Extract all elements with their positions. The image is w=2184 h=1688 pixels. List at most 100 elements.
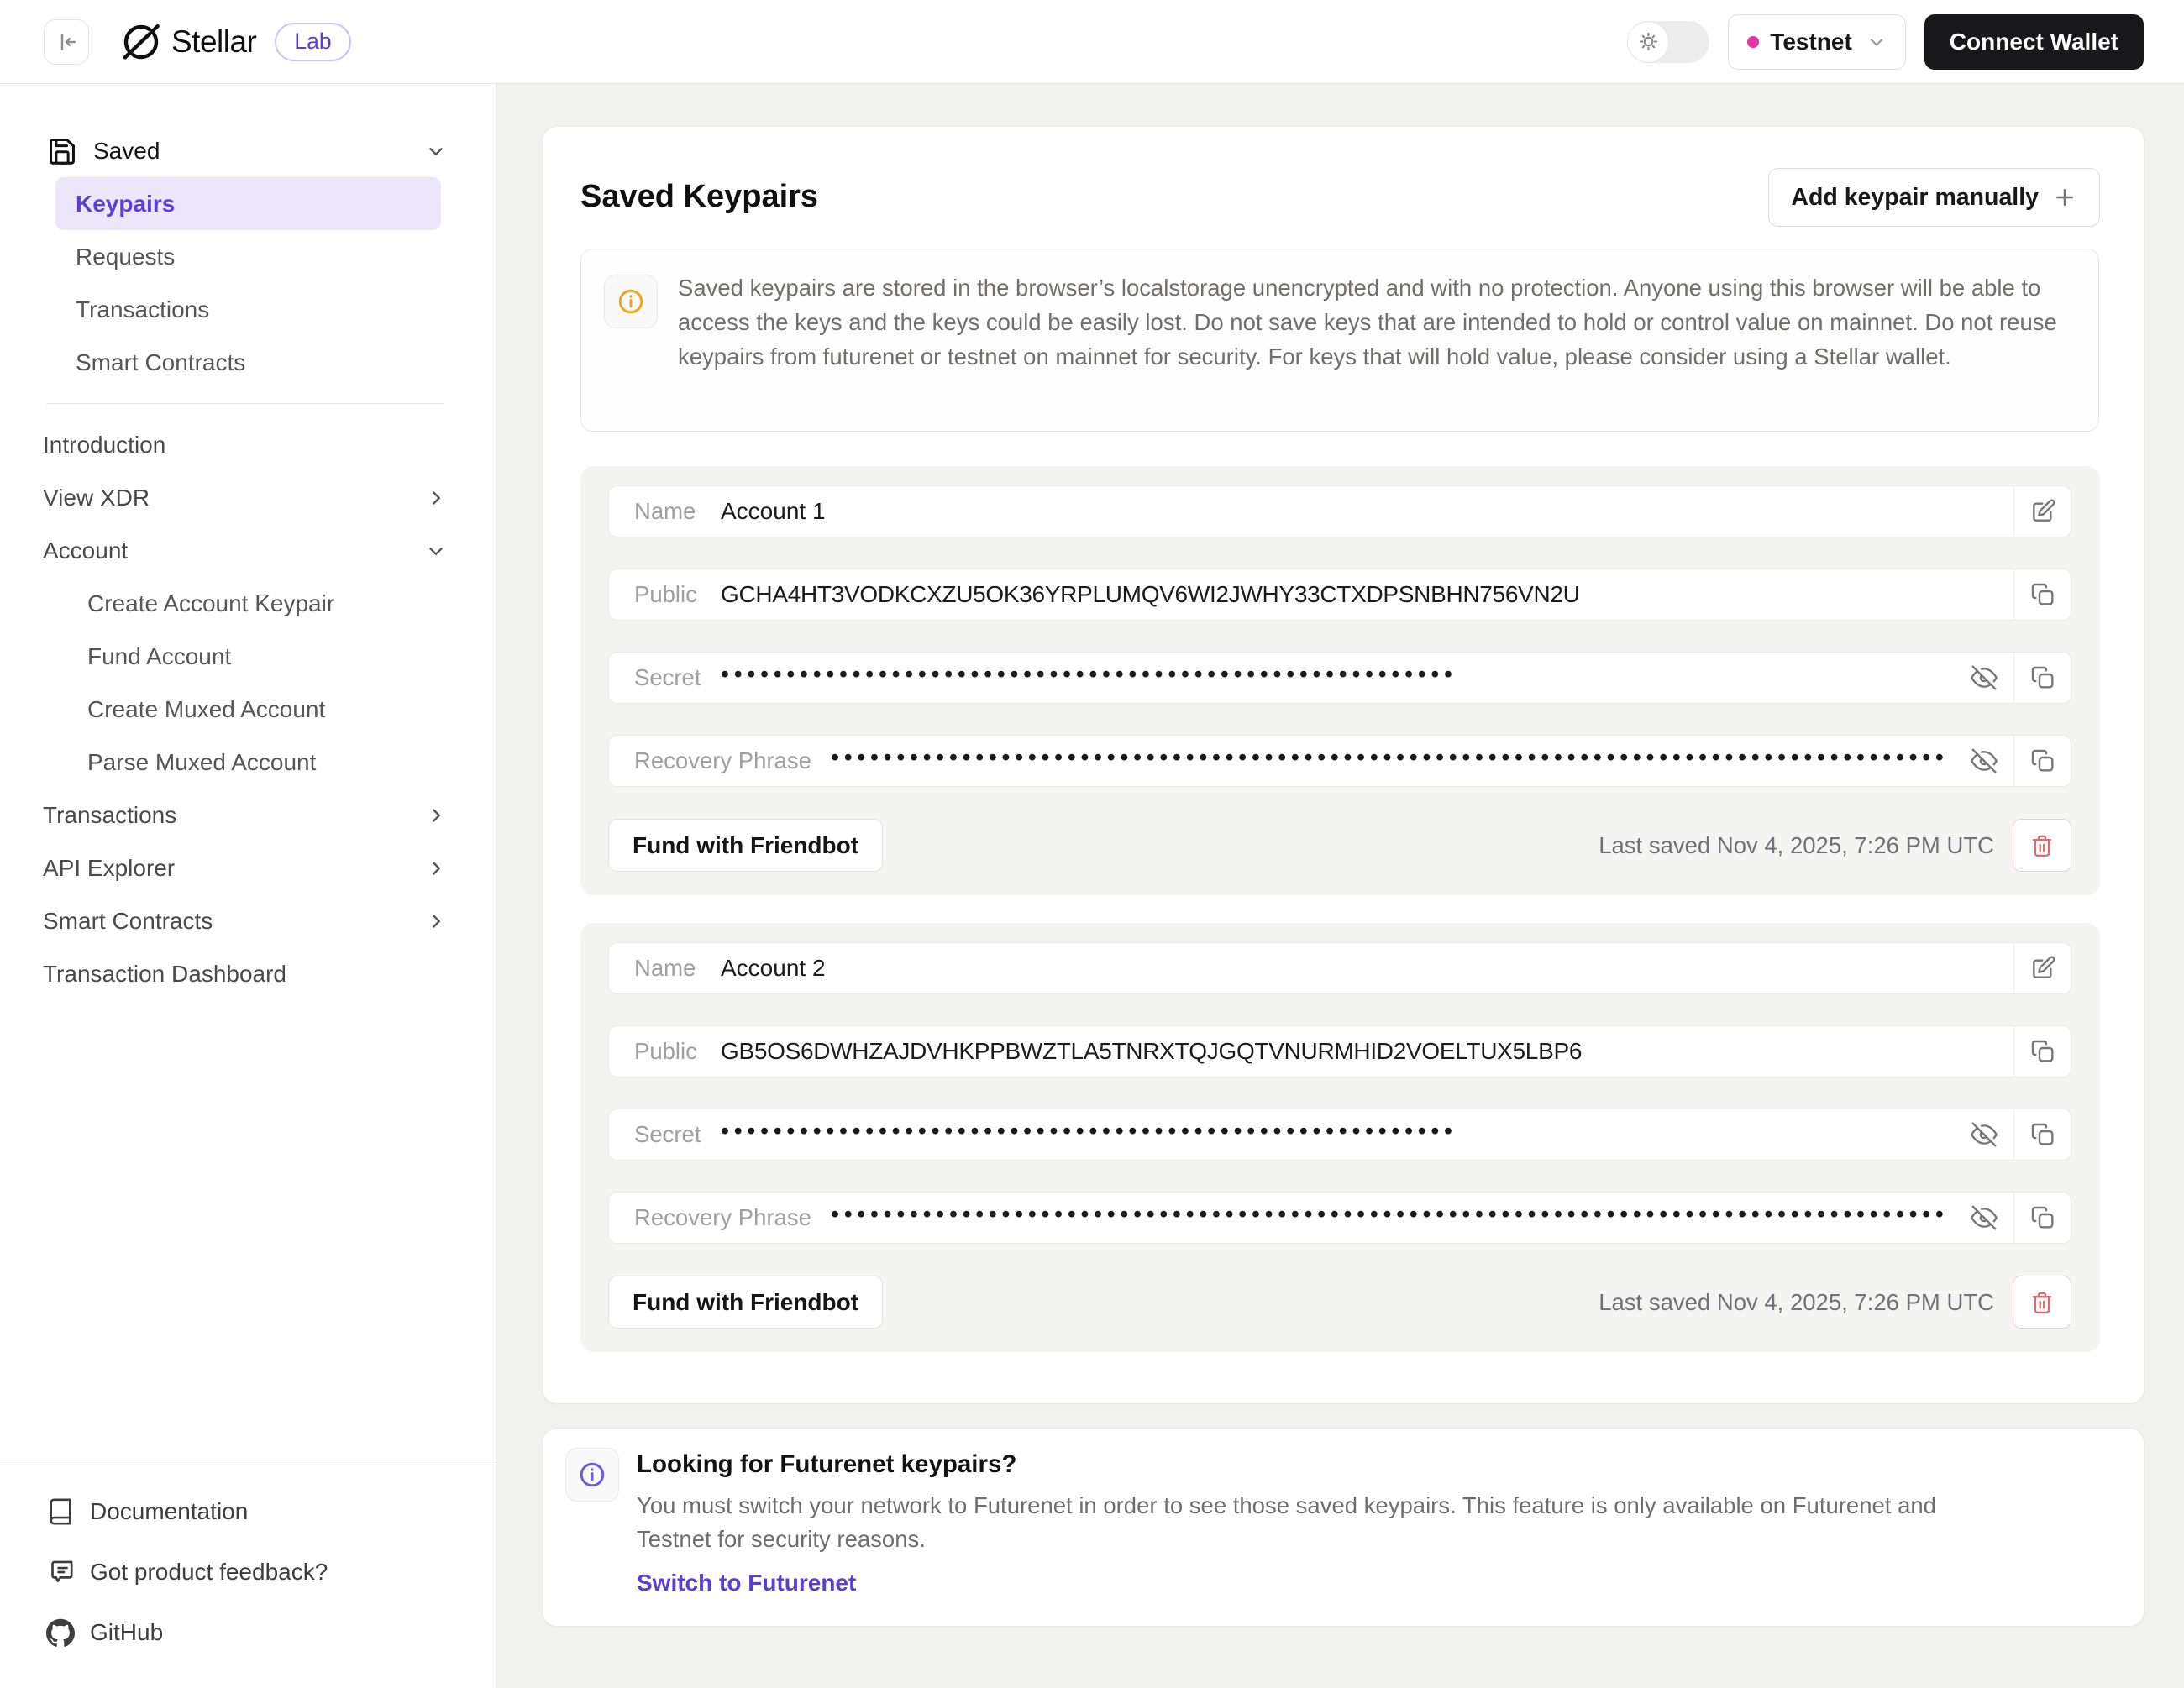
futurenet-body: You must switch your network to Futurene… (637, 1489, 2006, 1556)
github-link[interactable]: GitHub (46, 1602, 496, 1663)
sidebar-item-account[interactable]: Account (0, 524, 496, 577)
feedback-link[interactable]: Got product feedback? (46, 1542, 496, 1602)
name-field: Name Account 2 (608, 942, 2071, 994)
copy-icon (2029, 581, 2056, 608)
sidebar-item-transactions[interactable]: Transactions (0, 789, 496, 841)
public-key-value: GB5OS6DWHZAJDVHKPPBWZTLA5TNRXTQJGQTVNURM… (721, 1038, 1582, 1065)
localstorage-warning: Saved keypairs are stored in the browser… (580, 249, 2099, 432)
chevron-right-icon (425, 910, 447, 932)
delete-keypair-button[interactable] (2013, 819, 2071, 872)
sidebar-item-label: Saved (93, 138, 160, 165)
toggle-recovery-visibility-button[interactable] (1955, 1193, 2013, 1243)
sidebar-item-introduction[interactable]: Introduction (0, 418, 496, 471)
last-saved-timestamp: Last saved Nov 4, 2025, 7:26 PM UTC (1599, 832, 1994, 859)
sidebar-divider (46, 403, 444, 404)
sidebar-collapse-button[interactable] (44, 19, 89, 65)
secret-key-field: Secret •••••••••••••••••••••••••••••••••… (608, 1109, 2071, 1161)
trash-icon (2029, 833, 2055, 858)
sidebar-item-view-xdr[interactable]: View XDR (0, 471, 496, 524)
toggle-recovery-visibility-button[interactable] (1955, 736, 2013, 786)
network-name: Testnet (1770, 29, 1852, 55)
recovery-phrase-masked-value: ••••••••••••••••••••••••••••••••••••••••… (831, 1192, 1949, 1240)
documentation-link[interactable]: Documentation (46, 1481, 496, 1542)
copy-icon (2029, 1121, 2056, 1148)
theme-toggle[interactable] (1627, 21, 1709, 63)
connect-wallet-button[interactable]: Connect Wallet (1924, 14, 2144, 70)
copy-icon (2029, 664, 2056, 691)
recovery-phrase-label: Recovery Phrase (609, 747, 811, 774)
public-key-field: Public GB5OS6DWHZAJDVHKPPBWZTLA5TNRXTQJG… (608, 1025, 2071, 1077)
copy-public-key-button[interactable] (2013, 569, 2071, 620)
sidebar-item-keypairs[interactable]: Keypairs (55, 177, 441, 230)
secret-key-masked-value: ••••••••••••••••••••••••••••••••••••••••… (721, 652, 1457, 700)
copy-secret-key-button[interactable] (2013, 653, 2071, 703)
github-icon (46, 1618, 75, 1647)
chevron-right-icon (425, 857, 447, 879)
network-selector[interactable]: Testnet (1728, 14, 1906, 70)
info-icon-box (565, 1448, 619, 1502)
sidebar-item-parse-muxed-account[interactable]: Parse Muxed Account (0, 736, 496, 789)
sidebar-item-saved[interactable]: Saved (0, 124, 496, 177)
plus-icon (2052, 185, 2077, 210)
chevron-down-icon (1866, 32, 1887, 52)
fund-with-friendbot-button[interactable]: Fund with Friendbot (608, 819, 883, 872)
switch-to-futurenet-link[interactable]: Switch to Futurenet (637, 1570, 856, 1596)
public-key-value: GCHA4HT3VODKCXZU5OK36YRPLUMQV6WI2JWHY33C… (721, 581, 1580, 608)
warning-text: Saved keypairs are stored in the browser… (678, 270, 2075, 374)
sidebar-item-transaction-dashboard[interactable]: Transaction Dashboard (0, 947, 496, 1000)
keypair-card-account-2: Name Account 2 Public GB5OS6DWHZAJDVHKPP… (580, 923, 2100, 1352)
header-right: Testnet Connect Wallet (1627, 14, 2184, 70)
sidebar-footer: Documentation Got product feedback? GitH… (0, 1460, 496, 1688)
chevron-down-icon (425, 140, 447, 162)
eye-slash-icon (1971, 664, 1998, 691)
edit-name-button[interactable] (2013, 486, 2071, 537)
sidebar-item-create-muxed-account[interactable]: Create Muxed Account (0, 683, 496, 736)
page-title: Saved Keypairs (580, 179, 818, 215)
secret-key-masked-value: ••••••••••••••••••••••••••••••••••••••••… (721, 1109, 1457, 1157)
public-key-label: Public (609, 581, 701, 608)
edit-name-button[interactable] (2013, 943, 2071, 993)
copy-recovery-phrase-button[interactable] (2013, 736, 2071, 786)
name-label: Name (609, 498, 701, 525)
sidebar: Saved Keypairs Requests Transactions Sma… (0, 84, 496, 1688)
chevron-right-icon (425, 487, 447, 509)
keypair-card-footer: Fund with Friendbot Last saved Nov 4, 20… (608, 1276, 2071, 1329)
name-label: Name (609, 955, 701, 982)
name-value: Account 2 (721, 955, 826, 982)
name-value: Account 1 (721, 498, 826, 525)
save-icon (46, 135, 78, 167)
public-key-field: Public GCHA4HT3VODKCXZU5OK36YRPLUMQV6WI2… (608, 569, 2071, 621)
secret-key-label: Secret (609, 1121, 701, 1148)
info-circle-icon (617, 287, 645, 316)
theme-toggle-knob (1627, 21, 1669, 63)
sidebar-item-transactions-saved[interactable]: Transactions (55, 283, 441, 336)
sidebar-item-api-explorer[interactable]: API Explorer (0, 841, 496, 894)
name-field: Name Account 1 (608, 485, 2071, 537)
delete-keypair-button[interactable] (2013, 1276, 2071, 1329)
header-left: Stellar Lab (0, 19, 351, 65)
toggle-secret-visibility-button[interactable] (1955, 1109, 2013, 1160)
public-key-label: Public (609, 1038, 701, 1065)
futurenet-title: Looking for Futurenet keypairs? (637, 1450, 1016, 1479)
keypair-card-account-1: Name Account 1 Public GCHA4HT3VODKCXZU5O… (580, 466, 2100, 895)
sidebar-item-requests[interactable]: Requests (55, 230, 441, 283)
brand-name: Stellar (171, 24, 256, 60)
copy-public-key-button[interactable] (2013, 1026, 2071, 1077)
sidebar-item-smart-contracts[interactable]: Smart Contracts (0, 894, 496, 947)
eye-slash-icon (1971, 1121, 1998, 1148)
copy-secret-key-button[interactable] (2013, 1109, 2071, 1160)
saved-keypairs-panel: Saved Keypairs Add keypair manually Save… (542, 126, 2145, 1404)
futurenet-info-panel: Looking for Futurenet keypairs? You must… (542, 1428, 2145, 1627)
toggle-secret-visibility-button[interactable] (1955, 653, 2013, 703)
stellar-lab-app: Stellar Lab Testnet Connect Wallet Saved (0, 0, 2184, 1688)
eye-slash-icon (1971, 747, 1998, 774)
copy-icon (2029, 1204, 2056, 1231)
copy-recovery-phrase-button[interactable] (2013, 1193, 2071, 1243)
fund-with-friendbot-button[interactable]: Fund with Friendbot (608, 1276, 883, 1329)
copy-icon (2029, 1038, 2056, 1065)
edit-icon (2029, 498, 2056, 525)
add-keypair-button[interactable]: Add keypair manually (1768, 168, 2100, 227)
sidebar-item-fund-account[interactable]: Fund Account (0, 630, 496, 683)
sidebar-item-smart-contracts-saved[interactable]: Smart Contracts (55, 336, 441, 389)
sidebar-item-create-account-keypair[interactable]: Create Account Keypair (0, 577, 496, 630)
